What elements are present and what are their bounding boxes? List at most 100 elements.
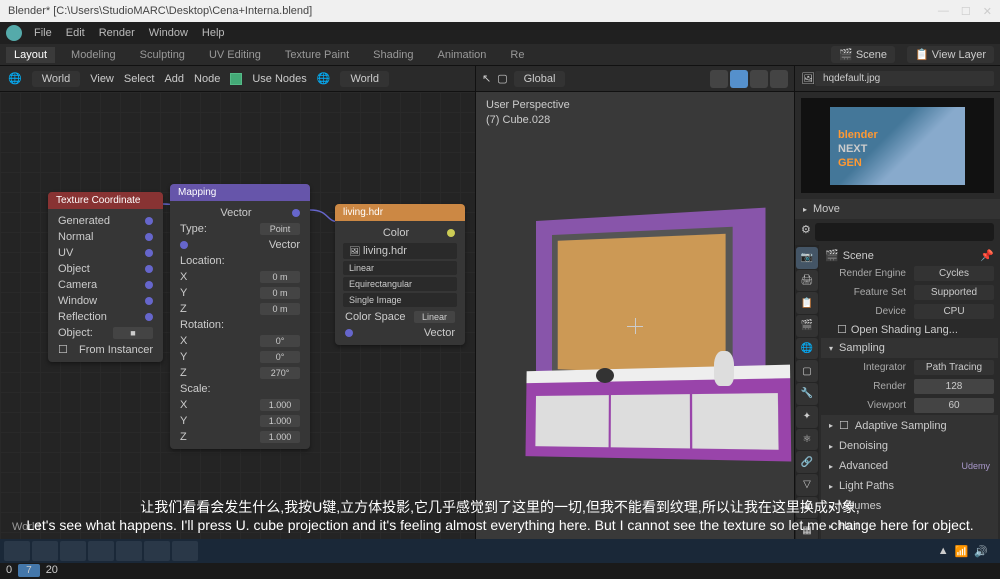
taskbar-app[interactable] [144, 541, 170, 561]
node-header[interactable]: living.hdr [335, 204, 465, 221]
tab-physics[interactable]: ⚛ [796, 429, 818, 451]
menu-window[interactable]: Window [143, 25, 194, 41]
image-selector[interactable]: 🖼 living.hdr [343, 243, 457, 259]
feature-dropdown[interactable]: Supported [914, 285, 994, 300]
volume-icon[interactable]: 🔊 [974, 545, 988, 558]
select-icon[interactable]: ▢ [497, 72, 507, 85]
node-header[interactable]: Texture Coordinate [48, 192, 163, 209]
globe-icon-2[interactable]: 🌐 [317, 72, 331, 85]
timeline-track[interactable]: 0 7 20 [0, 561, 1000, 579]
node-texture-coordinate[interactable]: Texture Coordinate Generated Normal UV O… [48, 192, 163, 362]
tab-object[interactable]: ▢ [796, 360, 818, 382]
loc-z[interactable]: 0 m [260, 303, 300, 315]
tab-shading[interactable]: Shading [365, 47, 421, 63]
taskbar-app[interactable] [88, 541, 114, 561]
socket-normal[interactable] [145, 233, 153, 241]
tab-modeling[interactable]: Modeling [63, 47, 124, 63]
shading-rendered[interactable] [770, 70, 788, 88]
tab-texpaint[interactable]: Texture Paint [277, 47, 357, 63]
maximize-button[interactable]: ☐ [961, 5, 971, 18]
panel-denoising[interactable]: Denoising [821, 436, 998, 456]
rot-z[interactable]: 270° [260, 367, 300, 379]
socket-generated[interactable] [145, 217, 153, 225]
panel-move[interactable]: Move [795, 199, 1000, 219]
tab-modifiers[interactable]: 🔧 [796, 383, 818, 405]
image-preview[interactable]: blender NEXT GEN [801, 98, 994, 193]
wifi-icon[interactable]: 📶 [955, 545, 969, 558]
socket-uv[interactable] [145, 249, 153, 257]
blender-logo-icon[interactable] [6, 25, 22, 41]
tab-uv[interactable]: UV Editing [201, 47, 269, 63]
menu-file[interactable]: File [28, 25, 58, 41]
menu-help[interactable]: Help [196, 25, 231, 41]
header-view[interactable]: View [90, 73, 114, 85]
socket-vector-in[interactable] [180, 241, 188, 249]
taskbar-app[interactable] [172, 541, 198, 561]
rot-x[interactable]: 0° [260, 335, 300, 347]
render-samples[interactable]: 128 [914, 379, 994, 394]
filter-icon[interactable]: ⚙ [801, 223, 811, 241]
shading-wireframe[interactable] [710, 70, 728, 88]
tab-output[interactable]: 🖨 [796, 270, 818, 292]
adaptive-checkbox[interactable]: ☐ [839, 419, 849, 432]
colorspace-dropdown[interactable]: Linear [414, 311, 455, 323]
socket-color[interactable] [447, 229, 455, 237]
image-icon[interactable]: 🖼 [801, 72, 815, 85]
start-button[interactable] [4, 541, 30, 561]
device-dropdown[interactable]: CPU [914, 304, 994, 319]
tab-world[interactable]: 🌐 [796, 338, 818, 360]
header-node[interactable]: Node [194, 73, 220, 85]
scene-selector[interactable]: 🎬 Scene [831, 46, 895, 63]
object-field[interactable]: ■ [113, 327, 153, 339]
world-datablock[interactable]: World [340, 71, 389, 87]
tab-constraints[interactable]: 🔗 [796, 451, 818, 473]
type-dropdown[interactable]: Point [260, 223, 300, 235]
integrator-dropdown[interactable]: Path Tracing [914, 360, 994, 375]
scale-y[interactable]: 1.000 [260, 415, 300, 427]
socket-vector-out[interactable] [292, 209, 300, 217]
shading-material[interactable] [750, 70, 768, 88]
loc-y[interactable]: 0 m [260, 287, 300, 299]
projection-dropdown[interactable]: Equirectangular [343, 277, 457, 291]
checkbox-instancer[interactable]: ☐ [58, 343, 68, 356]
viewport-samples[interactable]: 60 [914, 398, 994, 413]
tab-particles[interactable]: ✦ [796, 406, 818, 428]
loc-x[interactable]: 0 m [260, 271, 300, 283]
rot-y[interactable]: 0° [260, 351, 300, 363]
viewlayer-selector[interactable]: 📋 View Layer [907, 46, 994, 63]
menu-render[interactable]: Render [93, 25, 141, 41]
socket-object[interactable] [145, 265, 153, 273]
tab-data[interactable]: ▽ [796, 474, 818, 496]
node-mapping[interactable]: Mapping Vector Type:Point Vector Locatio… [170, 184, 310, 449]
image-name-field[interactable]: hqdefault.jpg [815, 71, 994, 86]
node-header[interactable]: Mapping [170, 184, 310, 201]
search-input[interactable] [815, 223, 994, 241]
tab-animation[interactable]: Animation [430, 47, 495, 63]
cursor-icon[interactable]: ↖ [482, 72, 491, 85]
tray-icon[interactable]: ▲ [938, 545, 949, 557]
tab-sculpting[interactable]: Sculpting [132, 47, 193, 63]
panel-adaptive[interactable]: ☐Adaptive Sampling [821, 415, 998, 436]
interp-dropdown[interactable]: Linear [343, 261, 457, 275]
minimize-button[interactable]: — [938, 5, 949, 18]
header-add[interactable]: Add [164, 73, 184, 85]
taskbar-app[interactable] [60, 541, 86, 561]
panel-advanced[interactable]: AdvancedUdemy [821, 456, 998, 476]
close-button[interactable]: ✕ [983, 5, 992, 18]
panel-sampling[interactable]: Sampling [821, 338, 998, 358]
viewport-3d[interactable]: ↖ ▢ Global User Perspective (7) Cube.028 [475, 66, 795, 541]
system-tray[interactable]: ▲ 📶 🔊 [938, 545, 996, 558]
taskbar-app[interactable] [32, 541, 58, 561]
orientation-dropdown[interactable]: Global [514, 71, 566, 87]
socket-vector-in[interactable] [345, 329, 353, 337]
shading-solid[interactable] [730, 70, 748, 88]
osl-checkbox[interactable]: ☐ [837, 323, 847, 336]
viewport-scene[interactable] [486, 121, 784, 531]
header-select[interactable]: Select [124, 73, 155, 85]
socket-camera[interactable] [145, 281, 153, 289]
socket-window[interactable] [145, 297, 153, 305]
tab-viewlayer[interactable]: 📋 [796, 292, 818, 314]
taskbar-app[interactable] [116, 541, 142, 561]
use-nodes-checkbox[interactable] [230, 73, 242, 85]
scale-x[interactable]: 1.000 [260, 399, 300, 411]
